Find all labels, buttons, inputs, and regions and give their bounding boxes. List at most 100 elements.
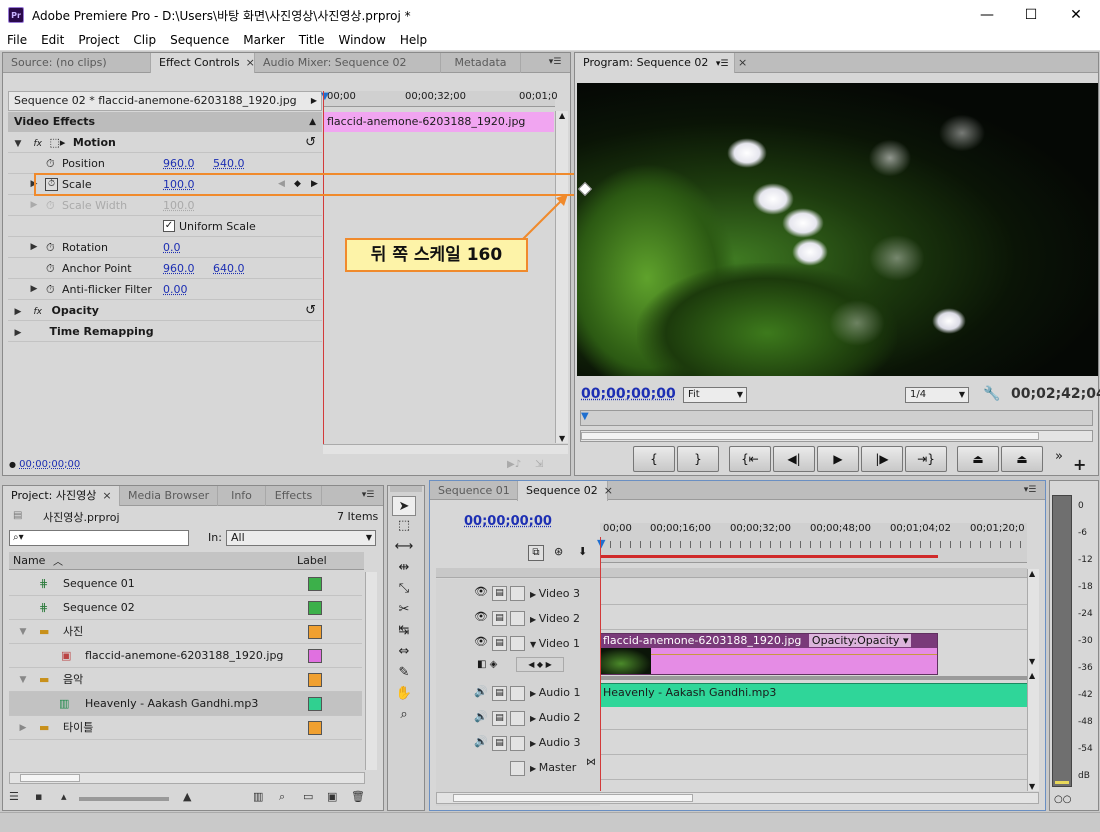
sync-lock-icon[interactable]: [510, 636, 525, 651]
video-clip[interactable]: flaccid-anemone-6203188_1920.jpg Opacity…: [600, 633, 938, 675]
panel-menu-icon[interactable]: ▾☰: [544, 55, 566, 70]
tab-sequence-02[interactable]: Sequence 02 ×: [518, 481, 613, 501]
expand-down-icon[interactable]: ▼: [17, 668, 29, 692]
playhead-icon[interactable]: ▼: [597, 537, 605, 550]
list-item[interactable]: ⋕ Sequence 02: [9, 596, 362, 620]
selection-tool-icon[interactable]: ➤: [392, 496, 416, 516]
motion-row[interactable]: ▼ fx ⬚▸ Motion ↺: [8, 132, 322, 153]
search-input[interactable]: ⌕▾: [9, 530, 189, 546]
step-back-button[interactable]: ◀|: [773, 446, 815, 472]
timeline-timecode[interactable]: 00;00;00;00: [464, 514, 552, 529]
sync-lock-icon[interactable]: [510, 736, 525, 751]
sync-lock-icon[interactable]: [510, 611, 525, 626]
expand-right-icon[interactable]: ▶: [12, 323, 24, 344]
ec-h-scrollbar[interactable]: [323, 444, 568, 454]
menu-help[interactable]: Help: [393, 33, 434, 47]
close-icon[interactable]: ×: [604, 484, 613, 497]
scroll-up-icon[interactable]: ▲: [559, 111, 565, 120]
tab-project[interactable]: Project: 사진영상 ×: [3, 486, 120, 506]
expand-right-icon[interactable]: ▶: [17, 716, 29, 740]
position-x-value[interactable]: 960.0: [163, 153, 195, 174]
lock-icon[interactable]: ▤: [492, 711, 507, 726]
slide-tool-icon[interactable]: ⇔: [392, 642, 416, 662]
marker-icon[interactable]: ⬇: [578, 545, 587, 558]
expand-down-icon[interactable]: ▼: [17, 620, 29, 644]
new-item-icon[interactable]: ▣: [327, 790, 337, 803]
stopwatch-icon[interactable]: ⏱: [46, 153, 55, 174]
menu-project[interactable]: Project: [71, 33, 126, 47]
expand-right-icon[interactable]: ▶: [28, 279, 40, 300]
zoom-out-icon[interactable]: ▴: [61, 790, 67, 803]
h-scroll-thumb[interactable]: [20, 774, 80, 782]
project-v-scrollbar[interactable]: [365, 572, 377, 770]
label-swatch[interactable]: [308, 601, 322, 615]
ec-clip-bar[interactable]: flaccid-anemone-6203188_1920.jpg: [324, 112, 554, 132]
step-forward-button[interactable]: |▶: [861, 446, 903, 472]
add-button-icon[interactable]: +: [1073, 455, 1086, 474]
h-scroll-thumb[interactable]: [453, 794, 693, 802]
ec-timecode[interactable]: ● 00;00;00;00: [9, 459, 80, 470]
anchor-y-value[interactable]: 640.0: [213, 258, 245, 279]
zoom-in-icon[interactable]: ▲: [183, 790, 191, 803]
scroll-down-icon[interactable]: ▼: [559, 434, 565, 443]
go-to-in-button[interactable]: {⇤: [729, 446, 771, 472]
list-item[interactable]: ▼ ▬ 사진: [9, 620, 362, 644]
menu-sequence[interactable]: Sequence: [163, 33, 236, 47]
in-dropdown[interactable]: All ▼: [226, 530, 376, 546]
extract-button[interactable]: ⏏: [1001, 446, 1043, 472]
ec-timecode-value[interactable]: 00;00;00;00: [19, 459, 80, 470]
new-bin-icon[interactable]: ▭: [303, 790, 313, 803]
scroll-up-icon[interactable]: ▲: [1029, 671, 1035, 680]
lock-icon[interactable]: ▤: [492, 636, 507, 651]
minimize-icon[interactable]: —: [964, 0, 1010, 30]
list-item[interactable]: ▼ ▬ 음악: [9, 668, 362, 692]
rolling-edit-tool-icon[interactable]: ⇹: [392, 558, 416, 578]
expand-down-icon[interactable]: ▼: [12, 134, 24, 155]
fit-dropdown[interactable]: Fit ▼: [683, 387, 747, 403]
col-label[interactable]: Label: [297, 554, 327, 567]
play-audio-icon[interactable]: ▶♪: [507, 459, 521, 470]
ec-time-ruler[interactable]: 00;00 00;00;32;00 00;01;0: [323, 91, 558, 107]
ec-scrollbar[interactable]: ▲ ▼: [555, 111, 568, 443]
expand-right-icon[interactable]: ▶: [12, 302, 24, 323]
list-view-icon[interactable]: ☰: [9, 790, 19, 803]
list-item[interactable]: ▣ flaccid-anemone-6203188_1920.jpg: [9, 644, 362, 668]
stopwatch-icon[interactable]: ⏱: [46, 258, 55, 279]
rotation-value[interactable]: 0.0: [163, 237, 181, 258]
hand-tool-icon[interactable]: ✋: [392, 684, 416, 704]
sync-lock-icon[interactable]: [510, 761, 525, 776]
label-swatch[interactable]: [308, 577, 322, 591]
scroll-up-icon[interactable]: ▲: [1029, 569, 1035, 578]
menu-file[interactable]: File: [0, 33, 34, 47]
program-scrub-bar[interactable]: ▼: [580, 410, 1093, 426]
more-controls-icon[interactable]: »: [1055, 449, 1063, 464]
program-video-frame[interactable]: [577, 83, 1098, 376]
scroll-down-icon[interactable]: ▼: [1029, 782, 1035, 791]
maximize-icon[interactable]: ☐: [1008, 0, 1054, 30]
time-remap-row[interactable]: ▶ Time Remapping: [8, 321, 322, 342]
collapse-up-icon[interactable]: ▲: [309, 112, 316, 132]
menu-edit[interactable]: Edit: [34, 33, 71, 47]
solo-icons[interactable]: ○○: [1054, 794, 1071, 805]
eye-icon[interactable]: 👁: [474, 585, 488, 598]
col-name[interactable]: Name: [13, 554, 45, 567]
zoom-scroll-bar[interactable]: [580, 430, 1093, 442]
uniform-scale-checkbox[interactable]: ✓: [163, 220, 175, 232]
position-y-value[interactable]: 540.0: [213, 153, 245, 174]
snap-icon[interactable]: ⧉: [528, 545, 544, 561]
label-swatch[interactable]: [308, 625, 322, 639]
expand-right-icon[interactable]: ▶: [530, 689, 539, 698]
go-to-out-button[interactable]: ⇥}: [905, 446, 947, 472]
close-icon[interactable]: ×: [102, 489, 111, 502]
zoom-scroll-thumb[interactable]: [581, 432, 1039, 440]
mark-in-button[interactable]: {: [633, 446, 675, 472]
sort-up-icon[interactable]: ︿: [53, 553, 63, 568]
sync-lock-icon[interactable]: [510, 686, 525, 701]
stopwatch-icon[interactable]: ⏱: [46, 279, 55, 300]
label-swatch[interactable]: [308, 697, 322, 711]
menu-title[interactable]: Title: [292, 33, 332, 47]
rate-stretch-tool-icon[interactable]: ⤡: [392, 579, 416, 599]
close-icon[interactable]: ✕: [1053, 0, 1099, 30]
find-icon[interactable]: ⌕: [279, 790, 285, 804]
work-area-bar[interactable]: [600, 555, 938, 558]
